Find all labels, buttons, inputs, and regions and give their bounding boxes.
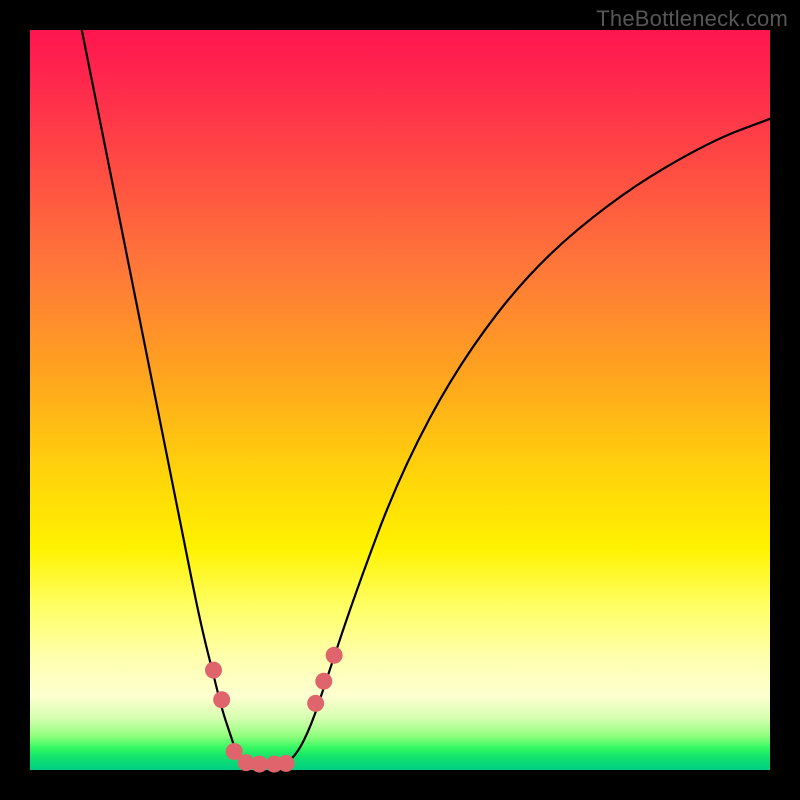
curve-marker [307, 695, 324, 712]
plot-area [30, 30, 770, 770]
bottleneck-curve [82, 30, 770, 766]
curve-marker [278, 755, 295, 772]
curve-marker [326, 647, 343, 664]
watermark-text: TheBottleneck.com [596, 6, 788, 32]
curve-layer [30, 30, 770, 770]
chart-frame: TheBottleneck.com [0, 0, 800, 800]
curve-marker [205, 662, 222, 679]
curve-marker [251, 756, 268, 773]
curve-marker [213, 691, 230, 708]
curve-marker [315, 673, 332, 690]
curve-markers [205, 647, 343, 773]
